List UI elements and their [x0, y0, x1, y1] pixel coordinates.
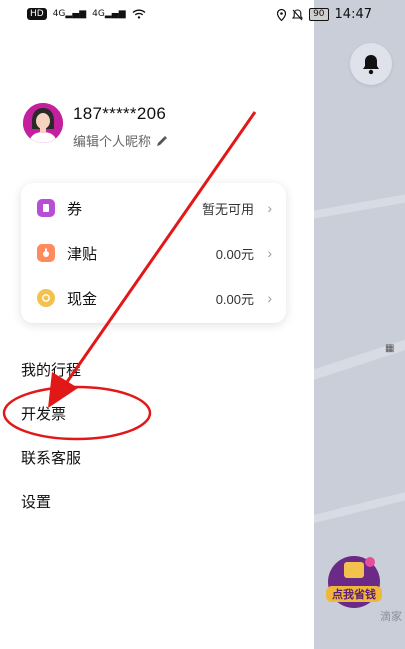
- wallet-label: 券: [67, 200, 83, 218]
- wallet-card: 券 暂无可用 › 津贴 0.00元 › 现金 0.00元 ›: [21, 183, 286, 323]
- map-poi-icon: ▦: [385, 343, 395, 354]
- signal-icon: 4G▂▄▆: [92, 9, 126, 19]
- menu-item-customer-service[interactable]: 联系客服: [21, 447, 81, 468]
- avatar[interactable]: [23, 103, 63, 143]
- cash-icon: [37, 289, 55, 307]
- wallet-value: 暂无可用: [201, 201, 254, 217]
- battery-icon: 90: [309, 8, 329, 21]
- user-avatar-icon: [23, 103, 63, 143]
- clock: 14:47: [334, 7, 372, 22]
- status-bar: HD 4G▂▄▆ 4G▂▄▆ 90 14:47: [0, 0, 405, 30]
- menu-item-invoice[interactable]: 开发票: [21, 403, 66, 424]
- wallet-row-allowance[interactable]: 津贴 0.00元 ›: [21, 231, 286, 275]
- chevron-right-icon: ›: [267, 200, 272, 216]
- signal-icon: 4G▂▄▆: [52, 9, 87, 19]
- bell-icon: [363, 55, 379, 75]
- wallet-label: 现金: [67, 290, 98, 308]
- location-icon: [277, 8, 287, 21]
- wifi-icon: [132, 9, 146, 19]
- coupon-icon: [37, 199, 55, 217]
- notification-button[interactable]: [350, 43, 392, 85]
- side-drawer: 187*****206 编辑个人昵称 券 暂无可用 › 津贴 0.00元 › 现…: [0, 0, 314, 649]
- menu-item-settings[interactable]: 设置: [21, 491, 51, 512]
- hd-badge: HD: [27, 8, 47, 20]
- pencil-icon: [157, 135, 168, 146]
- wallet-label: 津贴: [67, 245, 98, 263]
- chevron-right-icon: ›: [267, 245, 272, 261]
- edit-nickname-label: 编辑个人昵称: [73, 134, 152, 149]
- promo-gift-icon: 点我省钱: [326, 556, 382, 608]
- promo-badge[interactable]: 点我省钱: [322, 552, 386, 612]
- map-road: [314, 187, 405, 221]
- chevron-right-icon: ›: [267, 290, 272, 306]
- edit-nickname-link[interactable]: 编辑个人昵称: [73, 131, 168, 150]
- promo-label: 点我省钱: [332, 587, 376, 601]
- allowance-icon: [37, 244, 55, 262]
- wallet-row-coupon[interactable]: 券 暂无可用 ›: [21, 186, 286, 230]
- wallet-row-cash[interactable]: 现金 0.00元 ›: [21, 276, 286, 320]
- mute-bell-icon: [292, 8, 304, 20]
- map-side-text: 滴家: [380, 611, 402, 623]
- menu-item-my-trips[interactable]: 我的行程: [21, 359, 81, 380]
- map-road: [314, 483, 405, 525]
- user-phone: 187*****206: [73, 104, 167, 123]
- wallet-value: 0.00元: [215, 291, 254, 307]
- wallet-value: 0.00元: [215, 246, 254, 262]
- map-road: [314, 328, 405, 382]
